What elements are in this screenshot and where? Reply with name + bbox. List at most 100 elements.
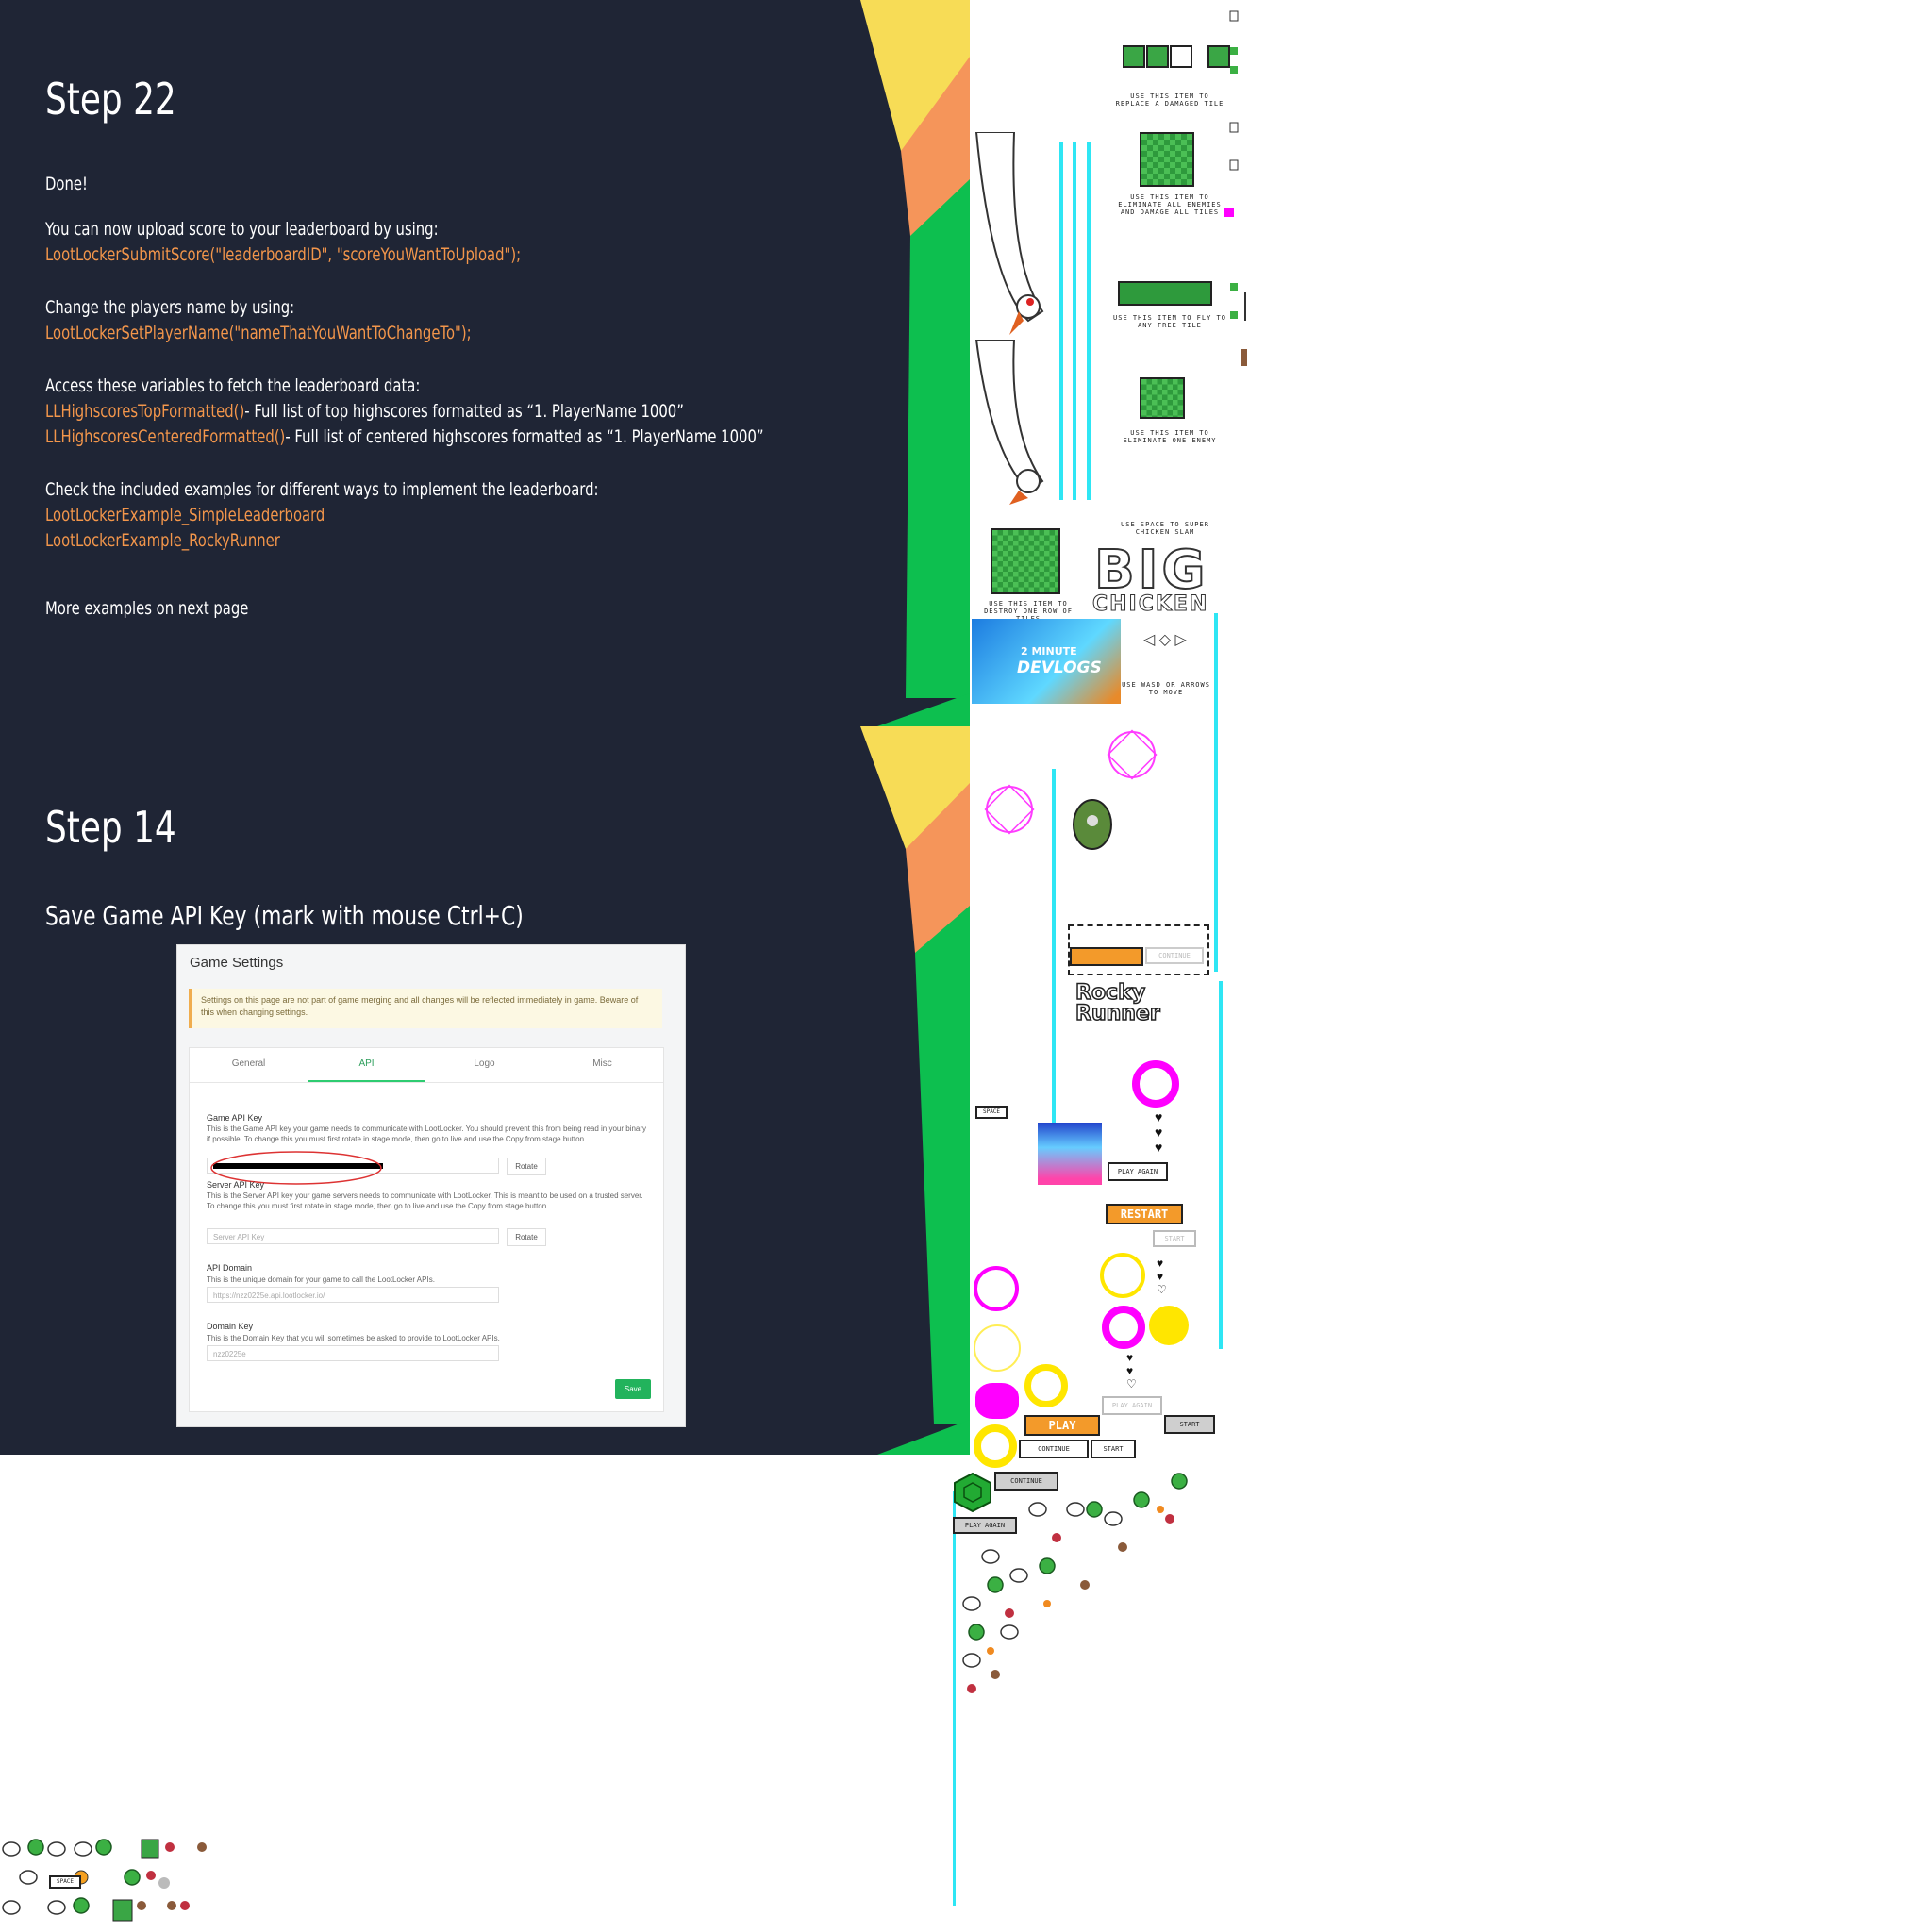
chicken-logo: CHICKEN: [1091, 592, 1209, 617]
hint-space-slam: USE SPACE TO SUPER CHICKEN SLAM: [1121, 521, 1209, 536]
gradient-sprite: [1038, 1123, 1102, 1185]
name-intro: Change the players name by using:: [45, 297, 295, 318]
name-code: LootLockerSetPlayerName("nameThatYouWant…: [45, 323, 472, 343]
restart-button[interactable]: RESTART: [1106, 1204, 1183, 1224]
checker-tile: [991, 528, 1060, 594]
move-hint: USE WASD OR ARROWS TO MOVE: [1122, 681, 1210, 696]
tab-misc[interactable]: Misc: [543, 1058, 661, 1069]
settings-tabs: General API Logo Misc: [190, 1048, 663, 1083]
var2-desc: - Full list of centered highscores forma…: [285, 426, 764, 447]
play-button[interactable]: PLAY: [1024, 1415, 1100, 1436]
magenta-splat: [975, 1383, 1019, 1419]
laser-beam: [1214, 613, 1218, 972]
laser-beam: [1073, 142, 1076, 500]
start-button[interactable]: START: [1091, 1440, 1136, 1458]
step22-title: Step 22: [45, 74, 176, 125]
game-api-key-label: Game API Key: [207, 1113, 263, 1123]
var1-code: LLHighscoresTopFormatted(): [45, 401, 245, 422]
continue-button[interactable]: CONTINUE: [1019, 1440, 1089, 1458]
settings-warning: Settings on this page are not part of ga…: [189, 989, 662, 1028]
rotate-game-key-button[interactable]: Rotate: [507, 1158, 546, 1175]
character-sprite-cluster: [962, 1473, 1188, 1693]
vars-intro: Access these variables to fetch the lead…: [45, 375, 421, 396]
save-button[interactable]: Save: [615, 1379, 651, 1399]
domain-key-field[interactable]: nzz0225e: [207, 1345, 499, 1361]
hint-replace-tile: USE THIS ITEM TO REPLACE A DAMAGED TILE: [1115, 92, 1224, 108]
devlogs-banner: 2 MINUTE DEVLOGS: [972, 619, 1121, 704]
tab-general[interactable]: General: [190, 1058, 308, 1069]
start-button[interactable]: START: [1164, 1415, 1215, 1434]
server-api-key-field[interactable]: Server API Key: [207, 1228, 499, 1244]
orange-bar: [1070, 947, 1143, 966]
examples-intro: Check the included examples for differen…: [45, 479, 599, 500]
example-rocky-runner: LootLockerExample_RockyRunner: [45, 530, 280, 551]
example-simple-leaderboard: LootLockerExample_SimpleLeaderboard: [45, 505, 325, 525]
magenta-ring: [974, 1266, 1019, 1311]
magenta-ring: [1132, 1060, 1179, 1108]
laser-beam: [1219, 981, 1223, 1349]
devlogs-line1: 2 MINUTE: [1021, 645, 1077, 658]
hint-eliminate-one: USE THIS ITEM TO ELIMINATE ONE ENEMY: [1123, 429, 1217, 444]
game-api-key-desc: This is the Game API key your game needs…: [207, 1124, 647, 1143]
hint-eliminate-all: USE THIS ITEM TO ELIMINATE ALL ENEMIES A…: [1118, 193, 1222, 216]
heart-icons: ♥ ♥ ♡: [1126, 1351, 1137, 1391]
bottom-sprite-strip: [2, 1839, 207, 1922]
chicken-neck-sprite: [974, 340, 1044, 505]
tab-api[interactable]: API: [308, 1058, 425, 1082]
upload-intro: You can now upload score to your leaderb…: [45, 219, 439, 240]
api-domain-label: API Domain: [207, 1263, 253, 1273]
hint-fly-tile: USE THIS ITEM TO FLY TO ANY FREE TILE: [1113, 314, 1226, 329]
balloon-enemy-sprite: [1073, 799, 1112, 850]
yellow-ring: [1024, 1364, 1068, 1407]
continue-button-disabled[interactable]: CONTINUE: [1145, 947, 1204, 964]
var1-desc: - Full list of top highscores formatted …: [244, 401, 684, 422]
step14-subtitle: Save Game API Key (mark with mouse Ctrl+…: [45, 900, 524, 931]
server-api-key-desc: This is the Server API key your game ser…: [207, 1191, 643, 1210]
laser-beam: [1059, 142, 1063, 500]
grass-tile: [1146, 45, 1169, 68]
var1-line: LLHighscoresTopFormatted()- Full list of…: [45, 401, 684, 422]
rotate-server-key-button[interactable]: Rotate: [507, 1228, 546, 1246]
domain-key-label: Domain Key: [207, 1322, 254, 1331]
yellow-orb: [1149, 1306, 1189, 1345]
upload-code: LootLockerSubmitScore("leaderboardID", "…: [45, 244, 522, 265]
server-api-key-label: Server API Key: [207, 1180, 265, 1190]
step14-title: Step 14: [45, 802, 176, 853]
devlogs-line2: DEVLOGS: [1017, 658, 1102, 677]
empty-tile: [1170, 45, 1192, 68]
arrows-icon: ◁ ◇ ▷: [1143, 632, 1187, 648]
chicken-neck-sprite: [974, 132, 1044, 335]
tab-logo[interactable]: Logo: [425, 1058, 543, 1069]
api-domain-field[interactable]: https://nzz0225e.api.lootlocker.io/: [207, 1287, 499, 1303]
step22-panel: Step 22 Done! You can now upload score t…: [0, 0, 970, 726]
laser-beam: [1052, 769, 1056, 1184]
heart-icons: ♥ ♥ ♡: [1157, 1257, 1167, 1296]
done-text: Done!: [45, 174, 88, 194]
space-key-sprite: SPACE: [975, 1106, 1008, 1119]
start-button-disabled[interactable]: START: [1153, 1230, 1196, 1247]
magenta-ring: [1102, 1306, 1145, 1349]
game-settings-title: Game Settings: [190, 955, 284, 971]
play-again-button[interactable]: PLAY AGAIN: [1108, 1162, 1168, 1181]
grass-row: [1118, 281, 1212, 306]
magenta-ring-effect: [984, 784, 1035, 835]
play-again-button-disabled[interactable]: PLAY AGAIN: [1102, 1396, 1162, 1415]
rocky-runner-logo: Rocky Runner: [1074, 981, 1160, 1025]
checker-tile: [1140, 377, 1185, 419]
var2-line: LLHighscoresCenteredFormatted()- Full li…: [45, 426, 764, 447]
icon-column: [1224, 10, 1247, 366]
grass-tile: [1123, 45, 1145, 68]
heart-icons: ♥ ♥ ♥: [1155, 1109, 1163, 1155]
api-domain-desc: This is the unique domain for your game …: [207, 1275, 435, 1284]
domain-key-desc: This is the Domain Key that you will som…: [207, 1334, 500, 1342]
var2-code: LLHighscoresCenteredFormatted(): [45, 426, 286, 447]
settings-card: General API Logo Misc Game API Key This …: [189, 1047, 664, 1412]
laser-beam: [1087, 142, 1091, 500]
yellow-ring: [974, 1424, 1017, 1468]
rocky-logo-line1: Rocky: [1074, 981, 1146, 1005]
rocky-logo-line2: Runner: [1074, 1002, 1160, 1025]
game-settings-screenshot: Game Settings Settings on this page are …: [176, 944, 686, 1427]
space-key-sprite: SPACE: [49, 1875, 81, 1889]
more-examples-text: More examples on next page: [45, 598, 249, 619]
yellow-ring: [974, 1324, 1021, 1372]
